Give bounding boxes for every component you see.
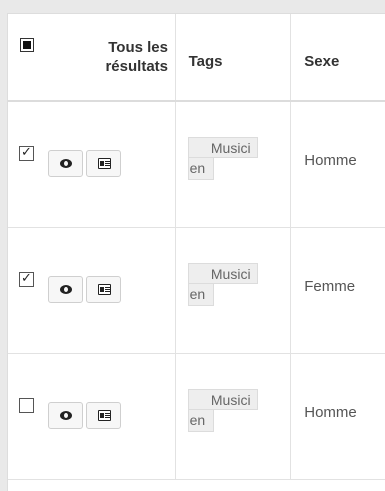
row-tags-cell: Musici en <box>176 228 292 353</box>
id-card-icon <box>98 410 111 421</box>
checkmark-icon: ✓ <box>21 144 32 159</box>
tag-text-line1: Musici <box>187 263 258 284</box>
tag-badge[interactable]: Musici en <box>187 263 258 306</box>
view-button[interactable] <box>48 276 83 303</box>
results-panel: Tous les résultats Tags Sexe ✓ Musici en… <box>0 0 385 491</box>
tag-badge[interactable]: Musici en <box>187 137 258 180</box>
tag-text-line2: en <box>187 158 215 180</box>
row-actions-cell: ✓ <box>8 102 176 227</box>
row-checkbox[interactable]: ✓ <box>19 144 34 161</box>
indeterminate-mark <box>23 41 31 49</box>
row-sexe-cell: Homme <box>291 354 385 479</box>
id-card-icon <box>98 158 111 169</box>
header-sexe-cell[interactable]: Sexe <box>291 14 385 100</box>
top-toolbar-edge <box>0 0 385 13</box>
header-select-cell: Tous les résultats <box>8 14 176 100</box>
sexe-value: Homme <box>304 152 357 169</box>
sexe-value: Homme <box>304 404 357 421</box>
tag-text-line1: Musici <box>187 137 258 158</box>
id-card-icon <box>98 284 111 295</box>
eye-icon <box>60 285 72 294</box>
results-table: Tous les résultats Tags Sexe ✓ Musici en… <box>7 13 385 491</box>
header-tags-cell[interactable]: Tags <box>176 14 292 100</box>
table-row: Musici en Homme <box>8 354 385 480</box>
row-actions-cell <box>8 354 176 479</box>
view-button[interactable] <box>48 402 83 429</box>
row-sexe-cell: Femme <box>291 228 385 353</box>
table-row: ✓ Musici en Homme <box>8 102 385 228</box>
profile-card-button[interactable] <box>86 276 121 303</box>
tag-text-line2: en <box>187 284 215 306</box>
left-scroll-edge <box>0 0 7 491</box>
tag-badge[interactable]: Musici en <box>187 389 258 432</box>
select-all-checkbox[interactable] <box>20 38 34 52</box>
tag-text-line1: Musici <box>187 389 258 410</box>
select-all-label: Tous les résultats <box>105 39 168 75</box>
row-checkbox[interactable]: ✓ <box>19 270 34 287</box>
column-header-sexe: Sexe <box>304 53 340 70</box>
row-sexe-cell: Homme <box>291 102 385 227</box>
table-row: ✓ Musici en Femme <box>8 228 385 354</box>
row-tags-cell: Musici en <box>176 354 292 479</box>
view-button[interactable] <box>48 150 83 177</box>
eye-icon <box>60 411 72 420</box>
eye-icon <box>60 159 72 168</box>
row-actions-cell: ✓ <box>8 228 176 353</box>
sexe-value: Femme <box>304 278 356 295</box>
table-header-row: Tous les résultats Tags Sexe <box>8 14 385 102</box>
profile-card-button[interactable] <box>86 150 121 177</box>
row-tags-cell: Musici en <box>176 102 292 227</box>
column-header-tags: Tags <box>188 53 223 70</box>
tag-text-line2: en <box>187 410 215 432</box>
checkmark-icon: ✓ <box>21 270 32 285</box>
row-checkbox[interactable] <box>19 398 34 413</box>
profile-card-button[interactable] <box>86 402 121 429</box>
